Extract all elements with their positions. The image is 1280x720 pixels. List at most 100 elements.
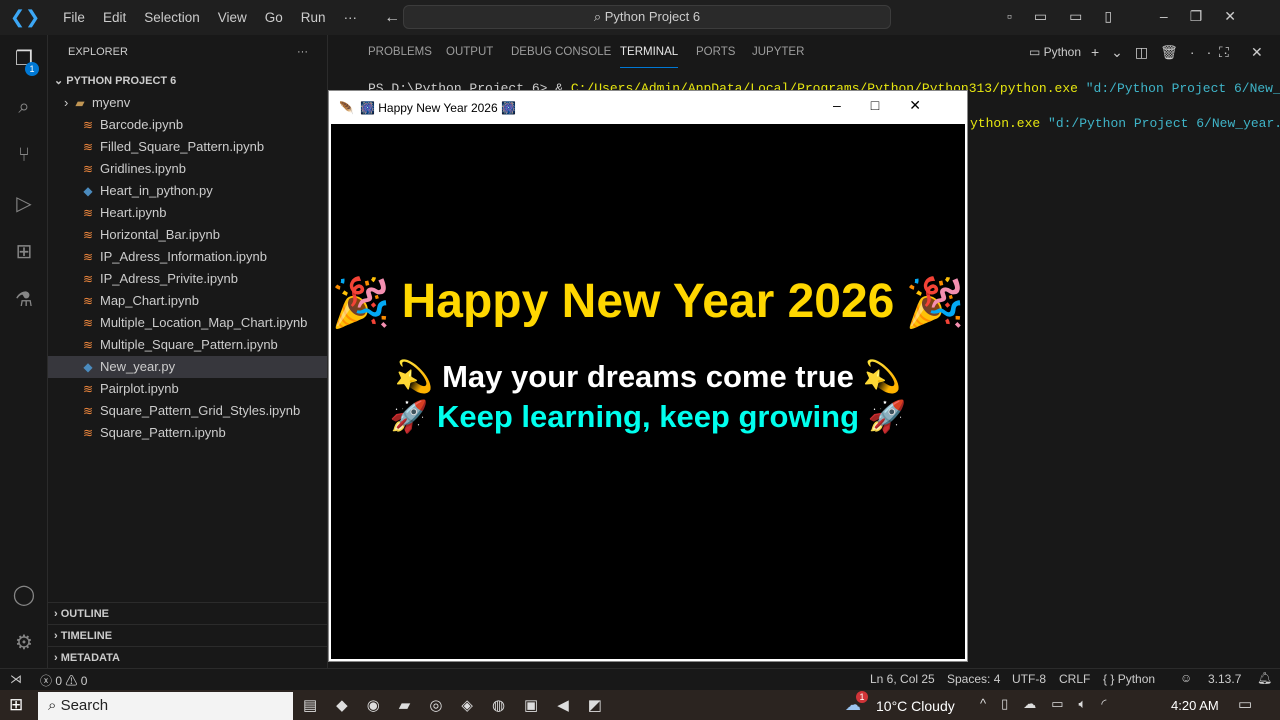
account-icon[interactable]: ◯	[12, 583, 36, 607]
explorer-sidebar: EXPLORER ··· ⌄ PYTHON PROJECT 6 › ▰ myenv …	[48, 35, 328, 668]
notebook-file-icon: ≋	[82, 228, 94, 242]
weather-badge: 1	[856, 691, 868, 703]
file-item[interactable]: ◆ New_year.py	[48, 356, 327, 378]
file-item[interactable]: ≋ Square_Pattern.ipynb	[48, 422, 327, 444]
message-learning: 🚀 Keep learning, keep growing 🚀	[389, 399, 907, 434]
section-timeline[interactable]: › TIMELINE	[48, 624, 328, 646]
chevron-right-icon: ›	[64, 95, 69, 110]
file-item[interactable]: ≋ Horizontal_Bar.ipynb	[48, 224, 327, 246]
headline: 🎉 Happy New Year 2026 🎉	[331, 275, 965, 330]
file-item[interactable]: ≋ Barcode.ipynb	[48, 114, 327, 136]
notebook-file-icon: ≋	[82, 294, 94, 308]
message-dreams: 💫 May your dreams come true 💫	[394, 359, 902, 394]
status-bar: ⋊ ⓧ 0 ⚠ 0 Ln 6, Col 25 Spaces: 4 UTF-8 C…	[0, 668, 1280, 690]
notebook-file-icon: ≋	[82, 250, 94, 264]
notifications-bell-icon[interactable]: 🔔︎	[1257, 671, 1272, 685]
tab-problems[interactable]: PROBLEMS	[368, 35, 432, 70]
command-center-search[interactable]: ⌕ Python Project 6	[403, 5, 891, 29]
settings-gear-icon[interactable]: ⚙	[12, 631, 36, 655]
file-item[interactable]: ≋ Pairplot.ipynb	[48, 378, 327, 400]
file-item[interactable]: ≋ Gridlines.ipynb	[48, 158, 327, 180]
system-tray-icons[interactable]: ^▯☁▭🔈︎◜	[980, 696, 1121, 712]
menu-view[interactable]: View	[209, 10, 256, 25]
explorer-badge: 1	[25, 62, 39, 76]
notebook-file-icon: ≋	[82, 118, 94, 132]
more-actions-icon[interactable]: ···	[297, 35, 327, 70]
project-folder[interactable]: ⌄ PYTHON PROJECT 6	[48, 70, 327, 92]
folder-myenv[interactable]: › ▰ myenv	[48, 92, 327, 114]
file-item[interactable]: ≋ Multiple_Square_Pattern.ipynb	[48, 334, 327, 356]
taskbar: ⊞ ⌕ Search ▤◆◉▰◎◈◍▣◀◩ ☁ 1 10°C Cloudy ^▯…	[0, 690, 1280, 720]
menu-file[interactable]: File	[54, 10, 94, 25]
file-item[interactable]: ≋ Multiple_Location_Map_Chart.ipynb	[48, 312, 327, 334]
notebook-file-icon: ≋	[82, 140, 94, 154]
folder-icon: ▰	[75, 96, 85, 110]
search-icon[interactable]: ⌕	[12, 95, 36, 119]
tab-output[interactable]: OUTPUT	[446, 35, 493, 70]
taskbar-search[interactable]: ⌕ Search	[38, 692, 293, 720]
problems-indicator[interactable]: ⓧ 0 ⚠ 0	[40, 672, 87, 689]
search-icon: ⌕	[593, 9, 605, 24]
notebook-file-icon: ≋	[82, 206, 94, 220]
menu-selection[interactable]: Selection	[135, 10, 209, 25]
testing-icon[interactable]: ⚗	[12, 288, 36, 312]
explorer-header: EXPLORER ···	[48, 35, 327, 70]
menu-more[interactable]: ···	[335, 10, 367, 25]
close-panel-icon[interactable]: ✕	[1251, 35, 1263, 70]
file-item[interactable]: ≋ IP_Adress_Privite.ipynb	[48, 268, 327, 290]
notification-center-icon[interactable]: ▭	[1238, 695, 1252, 713]
tab-jupyter[interactable]: JUPYTER	[752, 35, 804, 70]
notebook-file-icon: ≋	[82, 272, 94, 286]
windows-start-icon[interactable]: ⊞	[9, 695, 23, 715]
run-debug-icon[interactable]: ▷	[12, 192, 36, 216]
tk-window-controls[interactable]: –□✕	[833, 97, 951, 114]
back-arrow-icon[interactable]: ←	[384, 9, 400, 27]
greeting-canvas: 🎉 Happy New Year 2026 🎉 💫 May your dreams …	[331, 124, 965, 659]
remote-icon[interactable]: ⋊	[10, 672, 22, 686]
vscode-logo-icon: ❮❯	[10, 7, 41, 27]
window-controls[interactable]: ▫▭▭▯ –❐✕	[1007, 8, 1258, 25]
terminal-shell-selector[interactable]: ▭ Python	[1029, 35, 1081, 70]
file-item[interactable]: ≋ Heart.ipynb	[48, 202, 327, 224]
activity-bar: ❐ 1 ⌕ ⑂ ▷ ⊞ ⚗ ◯ ⚙	[0, 35, 48, 668]
notebook-file-icon: ≋	[82, 162, 94, 176]
language-mode[interactable]: { } Python	[1103, 672, 1155, 686]
file-item[interactable]: ≋ IP_Adress_Information.ipynb	[48, 246, 327, 268]
cursor-position[interactable]: Ln 6, Col 25	[870, 672, 935, 686]
tk-window: 🪶 🎆 Happy New Year 2026 🎆 –□✕ 🎉 Happy New …	[328, 90, 968, 662]
feather-icon: 🪶	[339, 100, 354, 115]
extensions-icon[interactable]: ⊞	[12, 240, 36, 264]
taskbar-apps[interactable]: ▤◆◉▰◎◈◍▣◀◩	[303, 696, 621, 714]
weather-text[interactable]: 10°C Cloudy	[876, 698, 955, 714]
encoding[interactable]: UTF-8	[1012, 672, 1046, 686]
menu-run[interactable]: Run	[292, 10, 335, 25]
menu-go[interactable]: Go	[256, 10, 292, 25]
source-control-icon[interactable]: ⑂	[12, 143, 36, 167]
section-metadata[interactable]: › METADATA	[48, 646, 328, 668]
copilot-icon[interactable]: ☺	[1180, 671, 1192, 685]
notebook-file-icon: ≋	[82, 404, 94, 418]
tab-debug-console[interactable]: DEBUG CONSOLE	[511, 35, 611, 70]
file-item[interactable]: ◆ Heart_in_python.py	[48, 180, 327, 202]
eol[interactable]: CRLF	[1059, 672, 1090, 686]
python-file-icon: ◆	[83, 360, 93, 374]
terminal-line: ython.exe "d:/Python Project 6/New_year.	[970, 116, 1280, 131]
notebook-file-icon: ≋	[82, 316, 94, 330]
file-item[interactable]: ≋ Square_Pattern_Grid_Styles.ipynb	[48, 400, 327, 422]
terminal-actions[interactable]: +⌄◫🗑···	[1091, 35, 1240, 70]
clock[interactable]: 4:20 AM	[1171, 698, 1219, 713]
tk-title-bar: 🪶 🎆 Happy New Year 2026 🎆 –□✕	[339, 97, 951, 115]
section-outline[interactable]: › OUTLINE	[48, 602, 328, 624]
file-item[interactable]: ≋ Filled_Square_Pattern.ipynb	[48, 136, 327, 158]
tab-ports[interactable]: PORTS	[696, 35, 735, 70]
indentation[interactable]: Spaces: 4	[947, 672, 1000, 686]
menu-edit[interactable]: Edit	[94, 10, 135, 25]
search-icon: ⌕	[48, 697, 57, 714]
notebook-file-icon: ≋	[82, 382, 94, 396]
python-version[interactable]: 3.13.7	[1208, 672, 1241, 686]
notebook-file-icon: ≋	[82, 426, 94, 440]
tab-terminal[interactable]: TERMINAL	[620, 38, 679, 68]
maximize-panel-icon[interactable]: ⛶	[1219, 35, 1229, 70]
file-item[interactable]: ≋ Map_Chart.ipynb	[48, 290, 327, 312]
notebook-file-icon: ≋	[82, 338, 94, 352]
